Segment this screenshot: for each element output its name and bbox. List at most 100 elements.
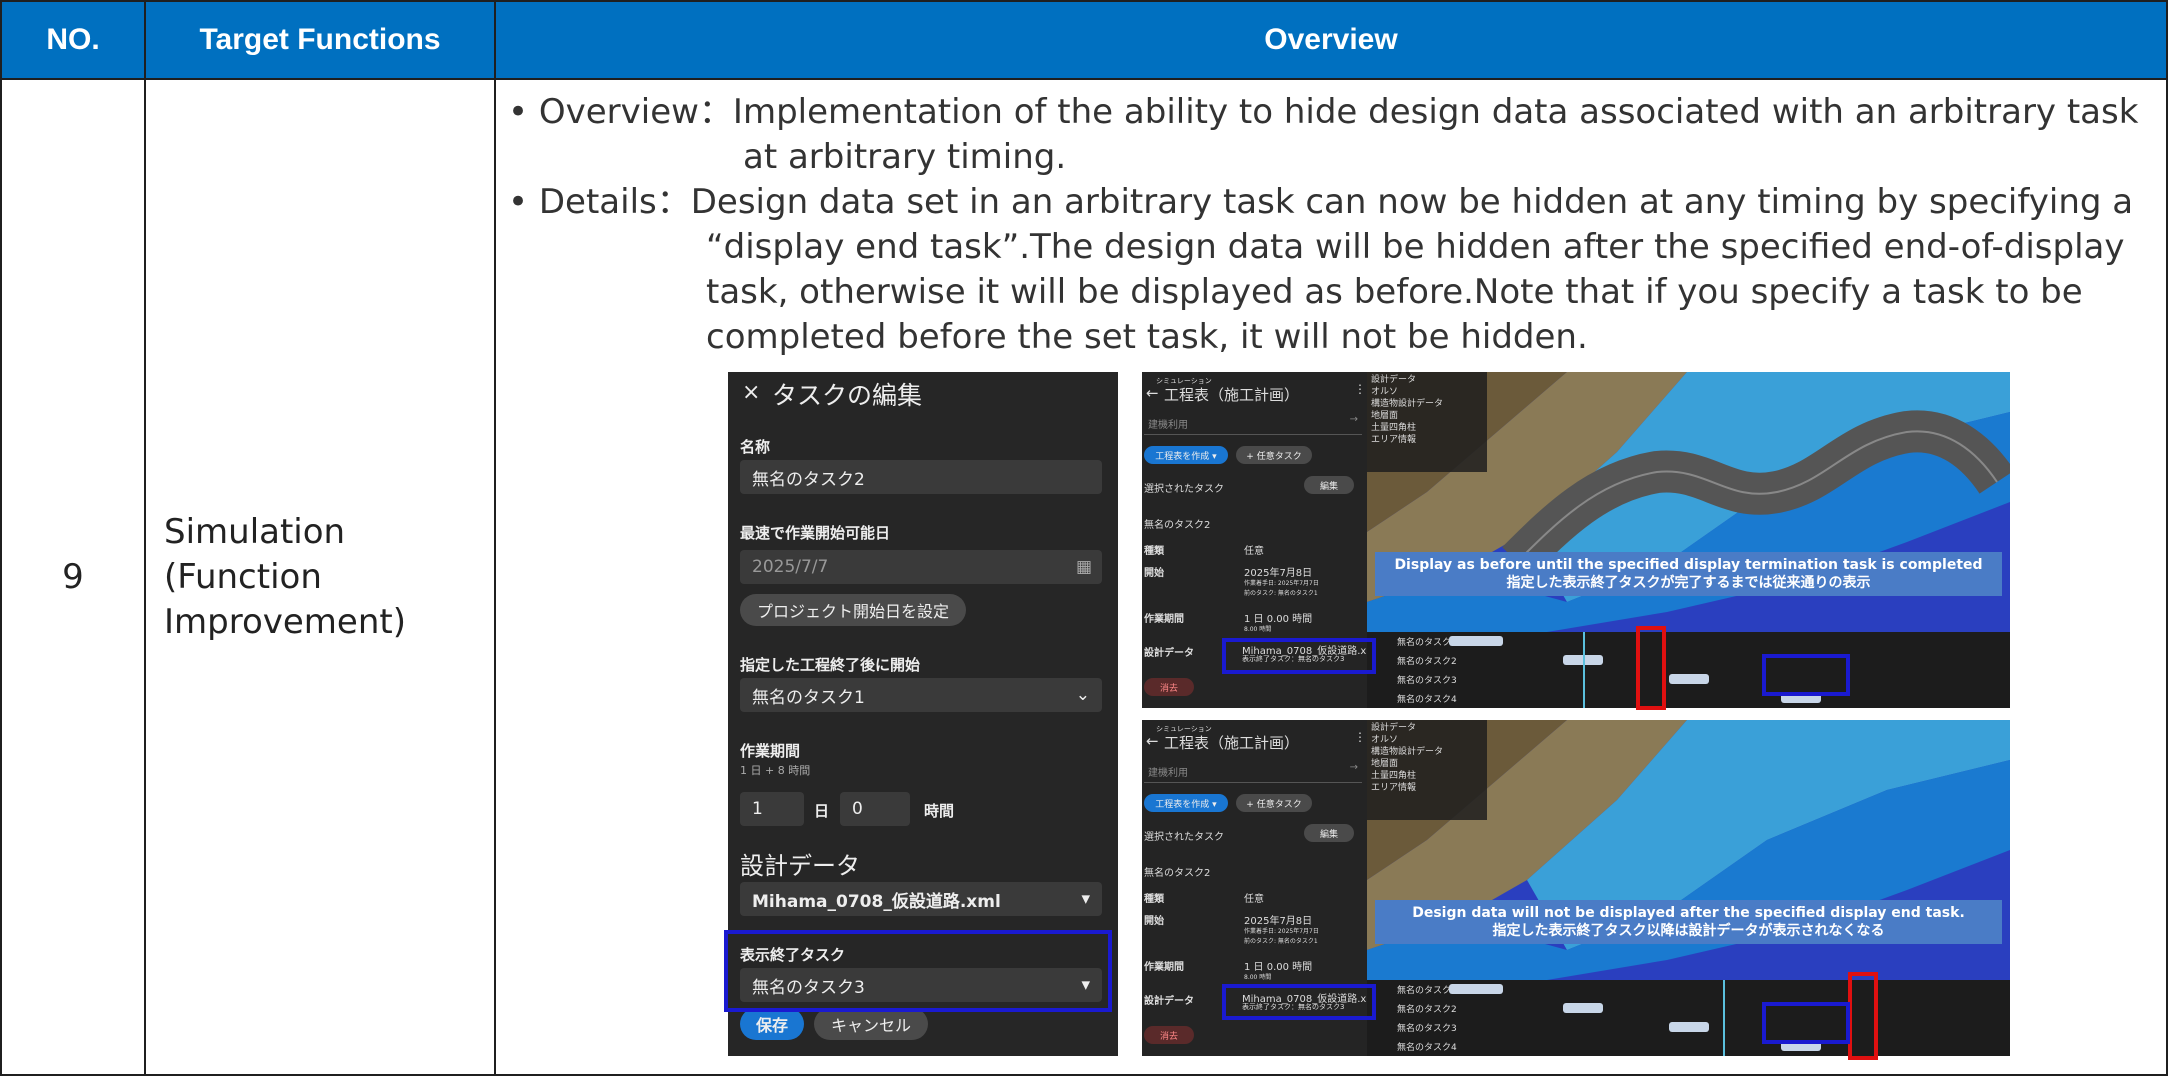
any-task-button[interactable]: + 任意タスク <box>1236 794 1312 812</box>
back-arrow-icon[interactable]: ← <box>1146 732 1159 750</box>
any-task-button[interactable]: + 任意タスク <box>1236 446 1312 464</box>
layer-item[interactable]: 土量四角柱 <box>1371 422 1443 434</box>
layer-item[interactable]: 設計データ <box>1371 722 1443 734</box>
note-japanese: 指定した表示終了タスクが完了するまでは従来通りの表示 <box>1506 575 1871 591</box>
back-arrow-icon[interactable]: ← <box>1146 384 1159 402</box>
gantt-task-label: 無名のタスク1 <box>1397 638 1457 648</box>
end-task-bar-highlight <box>1762 1002 1850 1044</box>
layer-item[interactable]: オルソ <box>1371 386 1443 398</box>
gantt-bar[interactable] <box>1669 674 1709 684</box>
period-sub: 8.00 時間 <box>1244 974 1272 981</box>
earliest-start-label: 最速で作業開始可能日 <box>740 524 891 542</box>
cancel-button[interactable]: キャンセル <box>814 1008 928 1040</box>
header-no: NO. <box>0 0 146 80</box>
day-unit: 日 <box>814 802 830 820</box>
3d-view[interactable]: 設計データ オルソ 構造物設計データ 地層面 土量四角柱 エリア情報 Desig… <box>1367 720 2010 980</box>
close-icon[interactable]: × <box>742 380 760 405</box>
layer-item[interactable]: 設計データ <box>1371 374 1443 386</box>
gantt-bar[interactable] <box>1449 636 1503 646</box>
edit-button[interactable]: 編集 <box>1304 824 1354 842</box>
row-number-text: 9 <box>62 557 84 597</box>
task-name: 無名のタスク2 <box>1144 868 1211 879</box>
more-icon[interactable]: ⋮ <box>1354 382 1366 396</box>
selected-task-label: 選択されたタスク <box>1144 832 1224 843</box>
gantt-chart: 無名のタスク1 無名のタスク2 無名のタスク3 無名のタスク4 <box>1367 980 2010 1056</box>
start-sub: 前のタスク: 無名のタスク1 <box>1244 590 1318 597</box>
function-line: Simulation <box>164 511 346 552</box>
details-line: task, otherwise it will be displayed as … <box>706 272 2083 312</box>
layer-item[interactable]: 構造物設計データ <box>1371 398 1443 410</box>
earliest-start-field[interactable]: 2025/7/7 ▦ <box>740 550 1102 584</box>
function-line: (Function <box>164 556 322 597</box>
header-overview: Overview <box>494 0 2168 80</box>
gantt-bar[interactable] <box>1669 1022 1709 1032</box>
note-japanese: 指定した表示終了タスク以降は設計データが表示されなくなる <box>1492 923 1885 939</box>
layer-list: 設計データ オルソ 構造物設計データ 地層面 土量四角柱 エリア情報 <box>1371 722 1443 794</box>
earliest-start-value: 2025/7/7 <box>752 557 829 577</box>
details-line: “display end task”.The design data will … <box>706 227 2125 267</box>
gantt-chart: 無名のタスク1 無名のタスク2 無名のタスク3 無名のタスク4 <box>1367 632 2010 708</box>
create-schedule-button[interactable]: 工程表を作成 ▾ <box>1144 794 1228 812</box>
note-english: Display as before until the specified di… <box>1394 557 1983 573</box>
end-task-highlight <box>724 930 1112 1012</box>
3d-view[interactable]: 設計データ オルソ 構造物設計データ 地層面 土量四角柱 エリア情報 Displ… <box>1367 372 2010 632</box>
calendar-icon[interactable]: ▦ <box>1076 557 1092 577</box>
name-field[interactable]: 無名のタスク2 <box>740 460 1102 494</box>
type-label: 種類 <box>1144 546 1164 557</box>
gantt-task-label: 無名のタスク1 <box>1397 986 1457 996</box>
function-name: Simulation (Function Improvement) <box>144 80 496 1076</box>
start-after-select[interactable]: 無名のタスク1 ⌄ <box>740 678 1102 712</box>
gantt-task-label: 無名のタスク3 <box>1397 676 1457 686</box>
period-label: 作業期間 <box>1144 614 1184 625</box>
layer-item[interactable]: 土量四角柱 <box>1371 770 1443 782</box>
layer-item[interactable]: 構造物設計データ <box>1371 746 1443 758</box>
start-value: 2025年7月8日 <box>1244 568 1313 579</box>
gantt-task-label: 無名のタスク3 <box>1397 1024 1457 1034</box>
search-field[interactable]: 建機利用 → <box>1144 756 1362 783</box>
save-button[interactable]: 保存 <box>740 1008 804 1040</box>
start-after-value: 無名のタスク1 <box>752 687 865 708</box>
design-label: 設計データ <box>1144 648 1194 659</box>
annotation-note: Display as before until the specified di… <box>1375 552 2002 596</box>
gantt-task-label: 無名のタスク4 <box>1397 695 1457 705</box>
duration-sub: 1 日 + 8 時間 <box>740 764 811 777</box>
layer-item[interactable]: エリア情報 <box>1371 434 1443 446</box>
gantt-bar[interactable] <box>1449 984 1503 994</box>
duration-hours-input[interactable]: 0 <box>840 792 910 826</box>
hour-unit: 時間 <box>924 802 955 820</box>
more-icon[interactable]: ⋮ <box>1354 730 1366 744</box>
start-sub: 作業着手日: 2025年7月7日 <box>1244 580 1319 587</box>
gantt-task-label: 無名のタスク4 <box>1397 1043 1457 1053</box>
timeline-marker[interactable] <box>1723 980 1725 1056</box>
arrow-right-icon: → <box>1349 414 1358 425</box>
start-label: 開始 <box>1144 568 1164 579</box>
arrow-right-icon: → <box>1349 762 1358 773</box>
details-line: • Details：Design data set in an arbitrar… <box>508 182 2134 222</box>
layer-item[interactable]: オルソ <box>1371 734 1443 746</box>
duration-days-input[interactable]: 1 <box>740 792 804 826</box>
delete-button[interactable]: 消去 <box>1144 1026 1194 1044</box>
overview-line: at arbitrary timing. <box>743 137 1067 177</box>
gantt-bar[interactable] <box>1563 1003 1603 1013</box>
timeline-highlight <box>1636 626 1666 710</box>
layer-item[interactable]: 地層面 <box>1371 758 1443 770</box>
project-start-button[interactable]: プロジェクト開始日を設定 <box>740 594 966 626</box>
period-sub: 8.00 時間 <box>1244 626 1272 633</box>
edit-button[interactable]: 編集 <box>1304 476 1354 494</box>
design-data-select[interactable]: Mihama_0708_仮設道路.xml ▾ <box>740 882 1102 916</box>
start-after-label: 指定した工程終了後に開始 <box>740 656 921 674</box>
layer-item[interactable]: エリア情報 <box>1371 782 1443 794</box>
layer-list: 設計データ オルソ 構造物設計データ 地層面 土量四角柱 エリア情報 <box>1371 374 1443 446</box>
design-label: 設計データ <box>1144 996 1194 1007</box>
search-field[interactable]: 建機利用 → <box>1144 408 1362 435</box>
duration-label: 作業期間 <box>740 742 801 760</box>
search-value: 建機利用 <box>1148 420 1188 431</box>
layer-item[interactable]: 地層面 <box>1371 410 1443 422</box>
delete-button[interactable]: 消去 <box>1144 678 1194 696</box>
note-english: Design data will not be displayed after … <box>1412 905 1965 921</box>
design-data-highlight <box>1222 984 1376 1020</box>
create-schedule-button[interactable]: 工程表を作成 ▾ <box>1144 446 1228 464</box>
timeline-marker[interactable] <box>1583 632 1585 708</box>
type-value: 任意 <box>1244 546 1264 557</box>
details-line: completed before the set task, it will n… <box>706 317 1588 357</box>
